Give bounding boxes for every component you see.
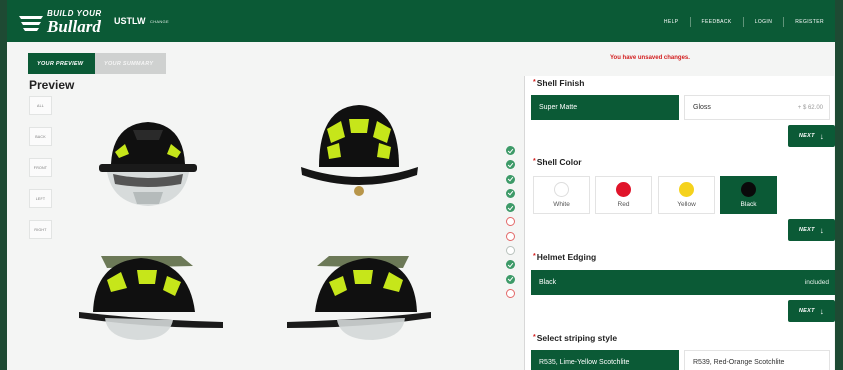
bullard-logo[interactable]: BUILD YOUR Bullard [17, 9, 109, 36]
next-label: NEXT [798, 133, 815, 139]
tab-your-summary[interactable]: YOUR SUMMARY [95, 53, 166, 74]
nav-feedback[interactable]: FEEDBACK [691, 19, 743, 25]
view-right-button[interactable]: RIGHT [29, 220, 52, 239]
section-helmet-edging: *Helmet Edging [533, 252, 596, 262]
top-header: BUILD YOUR Bullard USTLW CHANGE HELP FEE… [7, 0, 835, 42]
step-complete-icon[interactable] [506, 174, 515, 184]
option-gloss[interactable]: Gloss + $ 62.00 [684, 95, 830, 120]
included-note: included [804, 279, 829, 286]
view-left-button[interactable]: LEFT [29, 189, 52, 208]
option-label: Black [539, 279, 557, 286]
app-window: BUILD YOUR Bullard USTLW CHANGE HELP FEE… [7, 0, 835, 370]
option-edging-black[interactable]: Black included [531, 270, 835, 295]
color-dot-icon [741, 182, 756, 197]
section-title-text: Shell Finish [536, 78, 585, 88]
logo-mark-icon [19, 16, 43, 31]
arrow-down-icon: ↓ [819, 131, 825, 141]
arrow-down-icon: ↓ [819, 225, 825, 235]
progress-steps [506, 146, 518, 303]
arrow-down-icon: ↓ [819, 306, 825, 316]
option-super-matte[interactable]: Super Matte [531, 95, 679, 120]
preview-heading: Preview [29, 78, 75, 92]
required-marker: * [533, 158, 536, 165]
change-model-link[interactable]: CHANGE [150, 19, 169, 24]
nav-login[interactable]: LOGIN [744, 19, 784, 25]
step-complete-icon[interactable] [506, 146, 515, 155]
section-title-text: Helmet Edging [536, 252, 597, 262]
option-label: Gloss [693, 104, 711, 111]
section-shell-finish: *Shell Finish [533, 78, 584, 88]
swatch-label: White [553, 201, 570, 208]
view-back-button[interactable]: BACK [29, 127, 52, 146]
color-swatch-red[interactable]: Red [595, 176, 652, 214]
next-button[interactable]: NEXT ↓ [788, 125, 835, 147]
swatch-label: Black [740, 201, 757, 208]
swatch-label: Red [617, 201, 630, 208]
helmet-left-view [79, 256, 223, 340]
option-r539[interactable]: R539, Red-Orange Scotchlite [684, 350, 830, 370]
color-swatch-white[interactable]: White [533, 176, 590, 214]
top-nav: HELP FEEDBACK LOGIN REGISTER [653, 17, 835, 27]
section-title-text: Select striping style [536, 333, 618, 343]
color-dot-icon [679, 182, 694, 197]
view-front-button[interactable]: FRONT [29, 158, 52, 177]
option-label: Super Matte [539, 104, 578, 111]
window-frame-right [835, 0, 843, 370]
window-frame-left [0, 0, 7, 370]
next-label: NEXT [798, 227, 815, 233]
option-price: + $ 62.00 [797, 104, 823, 111]
step-complete-icon[interactable] [506, 188, 515, 198]
helmet-model: USTLW [114, 16, 146, 26]
color-dot-icon [554, 182, 569, 197]
required-marker: * [533, 334, 536, 341]
next-button[interactable]: NEXT ↓ [788, 219, 835, 241]
color-dot-icon [616, 182, 631, 197]
swatch-label: Yellow [677, 201, 696, 208]
nav-help[interactable]: HELP [653, 19, 690, 25]
step-complete-icon[interactable] [506, 160, 515, 170]
next-button[interactable]: NEXT ↓ [788, 300, 835, 322]
section-shell-color: *Shell Color [533, 157, 582, 167]
option-label: R539, Red-Orange Scotchlite [693, 359, 785, 366]
step-required-icon[interactable] [506, 217, 515, 227]
option-r535[interactable]: R535, Lime-Yellow Scotchlite [531, 350, 679, 370]
preview-tabs: YOUR PREVIEW YOUR SUMMARY [28, 53, 166, 74]
section-striping: *Select striping style [533, 333, 617, 343]
required-marker: * [533, 253, 536, 260]
logo-line-bullard: Bullard [47, 17, 101, 36]
required-marker: * [533, 79, 536, 86]
color-swatch-yellow[interactable]: Yellow [658, 176, 715, 214]
view-selector: ALL BACK FRONT LEFT RIGHT [29, 96, 52, 251]
unsaved-changes-warning: You have unsaved changes. [610, 55, 690, 61]
color-swatch-black[interactable]: Black [720, 176, 777, 214]
step-complete-icon[interactable] [506, 274, 515, 284]
step-required-icon[interactable] [506, 288, 515, 298]
step-pending-icon[interactable] [506, 246, 515, 256]
tab-your-preview[interactable]: YOUR PREVIEW [28, 53, 95, 74]
next-label: NEXT [798, 308, 815, 314]
view-all-button[interactable]: ALL [29, 96, 52, 115]
helmet-right-view [287, 256, 431, 340]
step-required-icon[interactable] [506, 231, 515, 241]
nav-register[interactable]: REGISTER [784, 19, 835, 25]
helmet-front-view [99, 122, 197, 206]
section-title-text: Shell Color [536, 157, 582, 167]
configuration-panel[interactable]: *Shell Finish Super Matte Gloss + $ 62.0… [524, 76, 835, 370]
option-label: R535, Lime-Yellow Scotchlite [539, 359, 630, 366]
step-complete-icon[interactable] [506, 203, 515, 213]
helmet-back-view [301, 105, 418, 196]
step-complete-icon[interactable] [506, 260, 515, 270]
